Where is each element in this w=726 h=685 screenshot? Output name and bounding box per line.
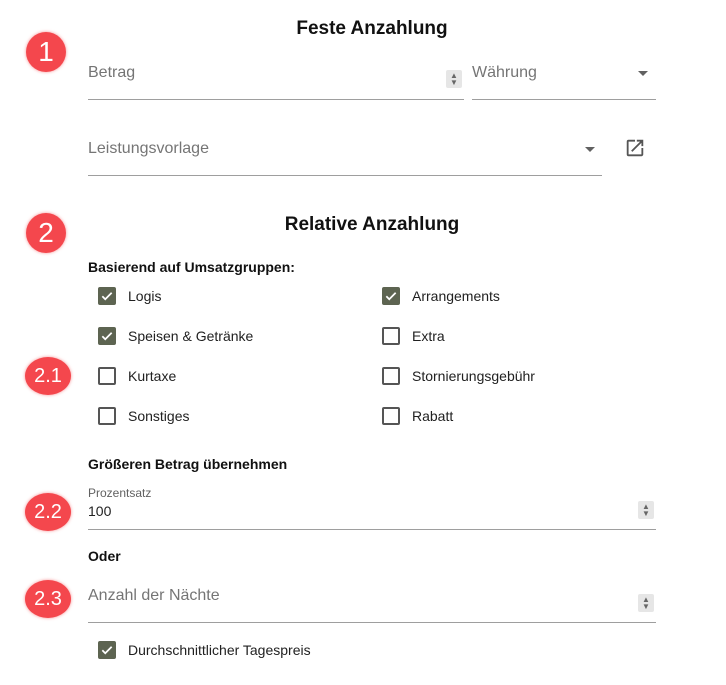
revenue-group-checkbox[interactable]: Extra bbox=[382, 327, 445, 345]
revenue-group-label: Rabatt bbox=[412, 408, 454, 424]
revenue-group-label: Arrangements bbox=[412, 288, 500, 304]
percentage-field[interactable]: Prozentsatz 100 ▲ ▼ bbox=[88, 484, 656, 530]
amount-label: Betrag bbox=[88, 64, 136, 81]
avg-daily-rate-checkbox[interactable]: Durchschnittlicher Tagespreis bbox=[98, 641, 311, 659]
checkbox-box[interactable] bbox=[382, 287, 400, 305]
checkmark-icon bbox=[101, 332, 113, 341]
stepper-down-icon[interactable]: ▼ bbox=[642, 603, 650, 611]
percentage-label: Prozentsatz bbox=[88, 486, 152, 500]
revenue-group-label: Extra bbox=[412, 328, 445, 344]
revenue-group-checkbox[interactable]: Kurtaxe bbox=[98, 367, 176, 385]
step-badge-2-2: 2.2 bbox=[25, 493, 71, 531]
stepper-down-icon[interactable]: ▼ bbox=[450, 79, 458, 87]
or-label: Oder bbox=[88, 548, 121, 564]
revenue-group-checkbox[interactable]: Stornierungsgebühr bbox=[382, 367, 535, 385]
checkmark-icon bbox=[101, 646, 113, 655]
revenue-group-checkbox[interactable]: Speisen & Getränke bbox=[98, 327, 253, 345]
checkbox-box[interactable] bbox=[382, 327, 400, 345]
checkbox-box[interactable] bbox=[382, 367, 400, 385]
step-badge-2-3: 2.3 bbox=[25, 580, 71, 618]
checkbox-box[interactable] bbox=[98, 327, 116, 345]
revenue-group-label: Speisen & Getränke bbox=[128, 328, 254, 344]
revenue-group-label: Stornierungsgebühr bbox=[412, 368, 535, 384]
revenue-group-checkbox[interactable]: Sonstiges bbox=[98, 407, 189, 425]
step-badge-2-1: 2.1 bbox=[25, 357, 71, 395]
checkmark-icon bbox=[385, 292, 397, 301]
amount-stepper[interactable]: ▲ ▼ bbox=[446, 70, 462, 88]
currency-select[interactable]: Währung bbox=[472, 58, 656, 100]
amount-underline bbox=[88, 99, 464, 100]
checkbox-box[interactable] bbox=[98, 407, 116, 425]
service-template-label: Leistungsvorlage bbox=[88, 140, 209, 157]
checkbox-box[interactable] bbox=[98, 641, 116, 659]
revenue-group-label: Logis bbox=[128, 288, 162, 304]
revenue-group-checkbox[interactable]: Arrangements bbox=[382, 287, 500, 305]
percentage-stepper[interactable]: ▲ ▼ bbox=[638, 501, 654, 519]
nights-stepper[interactable]: ▲ ▼ bbox=[638, 594, 654, 612]
nights-underline bbox=[88, 622, 656, 623]
service-template-underline bbox=[88, 175, 602, 176]
revenue-group-checkbox[interactable]: Rabatt bbox=[382, 407, 453, 425]
chevron-down-icon[interactable] bbox=[585, 147, 595, 152]
open-in-new-icon[interactable] bbox=[624, 137, 646, 159]
percentage-underline bbox=[88, 529, 656, 530]
service-template-select[interactable]: Leistungsvorlage bbox=[88, 134, 602, 176]
revenue-groups-label: Basierend auf Umsatzgruppen: bbox=[88, 259, 295, 275]
relative-deposit-title: Relative Anzahlung bbox=[284, 214, 460, 235]
checkbox-box[interactable] bbox=[98, 287, 116, 305]
chevron-down-icon[interactable] bbox=[638, 71, 648, 76]
currency-underline bbox=[472, 99, 656, 100]
percentage-value[interactable]: 100 bbox=[88, 503, 111, 519]
step-badge-1: 1 bbox=[26, 32, 66, 72]
amount-field[interactable]: Betrag ▲ ▼ bbox=[88, 58, 464, 100]
greater-amount-label: Größeren Betrag übernehmen bbox=[88, 456, 288, 472]
step-badge-2: 2 bbox=[26, 213, 66, 253]
checkbox-box[interactable] bbox=[98, 367, 116, 385]
revenue-group-label: Sonstiges bbox=[128, 408, 190, 424]
nights-field[interactable]: Anzahl der Nächte ▲ ▼ bbox=[88, 580, 656, 623]
fixed-deposit-title: Feste Anzahlung bbox=[296, 18, 448, 39]
avg-daily-rate-label: Durchschnittlicher Tagespreis bbox=[128, 642, 311, 658]
currency-label: Währung bbox=[472, 64, 537, 81]
revenue-group-checkbox[interactable]: Logis bbox=[98, 287, 161, 305]
revenue-group-label: Kurtaxe bbox=[128, 368, 177, 384]
nights-label: Anzahl der Nächte bbox=[88, 587, 220, 604]
checkmark-icon bbox=[101, 292, 113, 301]
checkbox-box[interactable] bbox=[382, 407, 400, 425]
stepper-down-icon[interactable]: ▼ bbox=[642, 510, 650, 518]
